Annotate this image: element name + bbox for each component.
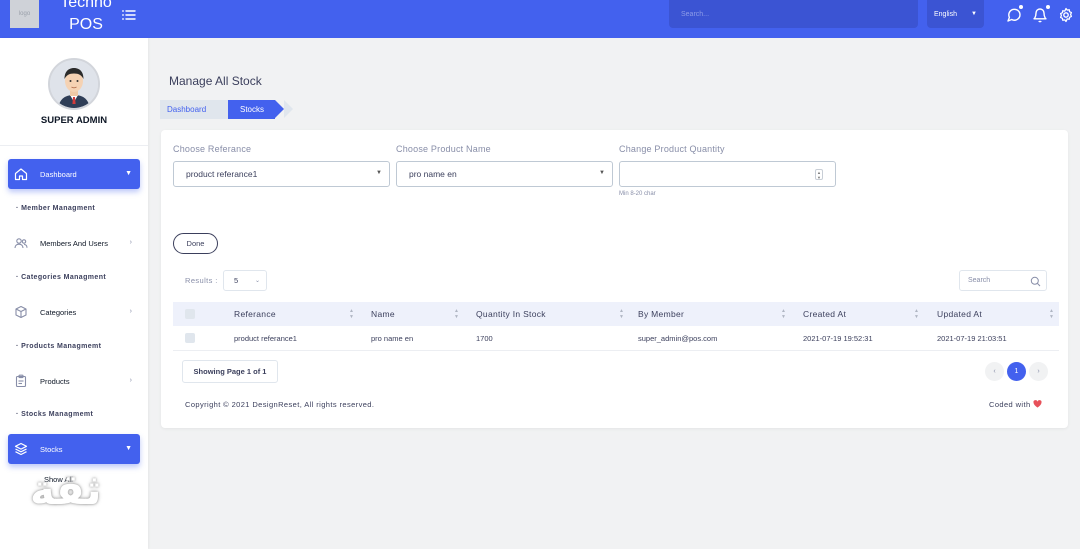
message-badge bbox=[1019, 5, 1023, 9]
clipboard-icon bbox=[15, 374, 27, 388]
product-value: pro name en bbox=[409, 169, 457, 179]
product-label: Choose Product Name bbox=[396, 144, 491, 154]
done-button[interactable]: Done bbox=[173, 233, 218, 254]
table-search-placeholder: Search bbox=[968, 277, 991, 284]
bell-icon[interactable] bbox=[1032, 7, 1048, 23]
user-name: SUPER ADMIN bbox=[40, 115, 108, 126]
top-navbar: logo Techno POS Search... English ▼ bbox=[0, 0, 1080, 38]
sort-icon[interactable]: ▲ ▼ bbox=[1049, 308, 1054, 320]
sidebar-item-stocks[interactable]: Stocks ▼ bbox=[8, 434, 140, 464]
results-label: Results : bbox=[185, 276, 218, 285]
language-select[interactable]: English ▼ bbox=[927, 0, 984, 28]
heart-icon bbox=[1033, 400, 1042, 408]
sidebar: SUPER ADMIN Dashboard ▼ · Member Managme… bbox=[0, 38, 148, 549]
pagination-prev[interactable]: ‹ bbox=[985, 362, 1004, 381]
column-header-updated[interactable]: Updated At bbox=[937, 302, 982, 326]
notification-badge bbox=[1046, 5, 1050, 9]
chevron-right-icon: › bbox=[129, 308, 132, 315]
breadcrumb: Dashboard Stocks bbox=[160, 100, 293, 119]
table-row: product referance1 pro name en 1700 supe… bbox=[173, 326, 1059, 351]
chevron-down-icon: ▼ bbox=[125, 170, 132, 177]
cell-quantity: 1700 bbox=[476, 334, 493, 343]
chevron-down-icon: ▼ bbox=[971, 11, 977, 17]
caret-down-icon: ▼ bbox=[599, 170, 605, 176]
reference-select[interactable]: product referance1 ▼ bbox=[173, 161, 390, 187]
home-icon bbox=[14, 168, 28, 181]
copyright-text: Copyright © 2021 DesignReset, All rights… bbox=[185, 400, 375, 409]
sidebar-item-categories[interactable]: Categories › bbox=[8, 297, 140, 327]
sidebar-item-label: Stocks bbox=[40, 444, 63, 454]
sort-icon[interactable]: ▲ ▼ bbox=[914, 308, 919, 320]
brand-name[interactable]: Techno POS bbox=[56, 0, 116, 36]
sort-icon[interactable]: ▲ ▼ bbox=[781, 308, 786, 320]
box-icon bbox=[15, 305, 27, 319]
message-icon[interactable] bbox=[1006, 7, 1022, 23]
section-member-management: · Member Managment bbox=[16, 205, 96, 212]
table-search-input[interactable]: Search bbox=[959, 270, 1047, 291]
results-per-page-select[interactable]: 5 ⌄ bbox=[223, 270, 267, 291]
results-value: 5 bbox=[234, 276, 239, 285]
chevron-down-icon: ⌄ bbox=[254, 278, 260, 284]
section-stocks-management: · Stocks Managmemt bbox=[16, 411, 94, 418]
column-header-quantity[interactable]: Quantity In Stock bbox=[476, 302, 546, 326]
row-checkbox[interactable] bbox=[185, 333, 195, 343]
layers-icon bbox=[14, 442, 28, 456]
sidebar-item-dashboard[interactable]: Dashboard ▼ bbox=[8, 159, 140, 189]
watermark-logo: ثقة bbox=[30, 466, 102, 513]
pagination-page-1[interactable]: 1 bbox=[1007, 362, 1026, 381]
breadcrumb-dashboard[interactable]: Dashboard bbox=[160, 100, 228, 119]
menu-icon[interactable] bbox=[121, 7, 137, 23]
user-avatar-icon bbox=[50, 60, 98, 108]
divider bbox=[0, 145, 148, 146]
logo[interactable]: logo bbox=[10, 0, 39, 28]
cell-member: super_admin@pos.com bbox=[638, 334, 718, 343]
gear-icon[interactable] bbox=[1058, 7, 1074, 23]
chevron-down-icon: ▼ bbox=[125, 445, 132, 452]
breadcrumb-stocks: Stocks bbox=[228, 100, 284, 119]
coded-with-text: Coded with bbox=[989, 400, 1031, 409]
cell-name: pro name en bbox=[371, 334, 414, 343]
table-header: Referance ▲ ▼ Name ▲ ▼ Quantity In Stock ▲… bbox=[173, 302, 1059, 326]
language-label: English bbox=[934, 10, 957, 18]
column-header-reference[interactable]: Referance bbox=[234, 302, 276, 326]
quantity-hint: Min 8-20 char bbox=[619, 191, 656, 197]
top-search-input[interactable]: Search... bbox=[669, 0, 918, 28]
sidebar-item-label: Products bbox=[40, 376, 70, 386]
quantity-label: Change Product Quantity bbox=[619, 144, 725, 154]
cell-reference: product referance1 bbox=[234, 334, 297, 343]
cell-created: 2021-07-19 19:52:31 bbox=[803, 334, 873, 343]
section-categories-management: · Categories Managment bbox=[16, 274, 107, 281]
search-icon bbox=[1030, 276, 1041, 287]
quantity-input[interactable]: ▲ ▼ bbox=[619, 161, 836, 187]
section-products-management: · Products Managmemt bbox=[16, 343, 102, 350]
select-all-checkbox[interactable] bbox=[185, 309, 195, 319]
cell-updated: 2021-07-19 21:03:51 bbox=[937, 334, 1007, 343]
quantity-stepper[interactable]: ▲ ▼ bbox=[815, 169, 823, 180]
sort-icon[interactable]: ▲ ▼ bbox=[349, 308, 354, 320]
coded-with: Coded with bbox=[989, 400, 1042, 409]
sidebar-item-products[interactable]: Products › bbox=[8, 366, 140, 396]
sidebar-item-members[interactable]: Members And Users › bbox=[8, 228, 140, 258]
caret-down-icon: ▼ bbox=[376, 170, 382, 176]
logo-text: logo bbox=[18, 11, 31, 17]
pagination-info: Showing Page 1 of 1 bbox=[182, 360, 278, 383]
sort-icon[interactable]: ▲ ▼ bbox=[454, 308, 459, 320]
pagination-next[interactable]: › bbox=[1029, 362, 1048, 381]
sort-icon[interactable]: ▲ ▼ bbox=[619, 308, 624, 320]
reference-label: Choose Referance bbox=[173, 144, 252, 154]
breadcrumb-arrow bbox=[275, 100, 293, 119]
users-icon bbox=[14, 238, 28, 249]
chevron-right-icon: › bbox=[129, 239, 132, 246]
reference-value: product referance1 bbox=[186, 169, 258, 179]
sidebar-item-label: Dashboard bbox=[40, 169, 77, 179]
sidebar-item-label: Categories bbox=[40, 307, 77, 317]
product-select[interactable]: pro name en ▼ bbox=[396, 161, 613, 187]
avatar[interactable] bbox=[48, 58, 100, 110]
chevron-right-icon: › bbox=[129, 377, 132, 384]
page-title: Manage All Stock bbox=[169, 74, 262, 88]
sidebar-item-label: Members And Users bbox=[40, 238, 108, 248]
column-header-name[interactable]: Name bbox=[371, 302, 395, 326]
column-header-created[interactable]: Created At bbox=[803, 302, 846, 326]
column-header-member[interactable]: By Member bbox=[638, 302, 684, 326]
